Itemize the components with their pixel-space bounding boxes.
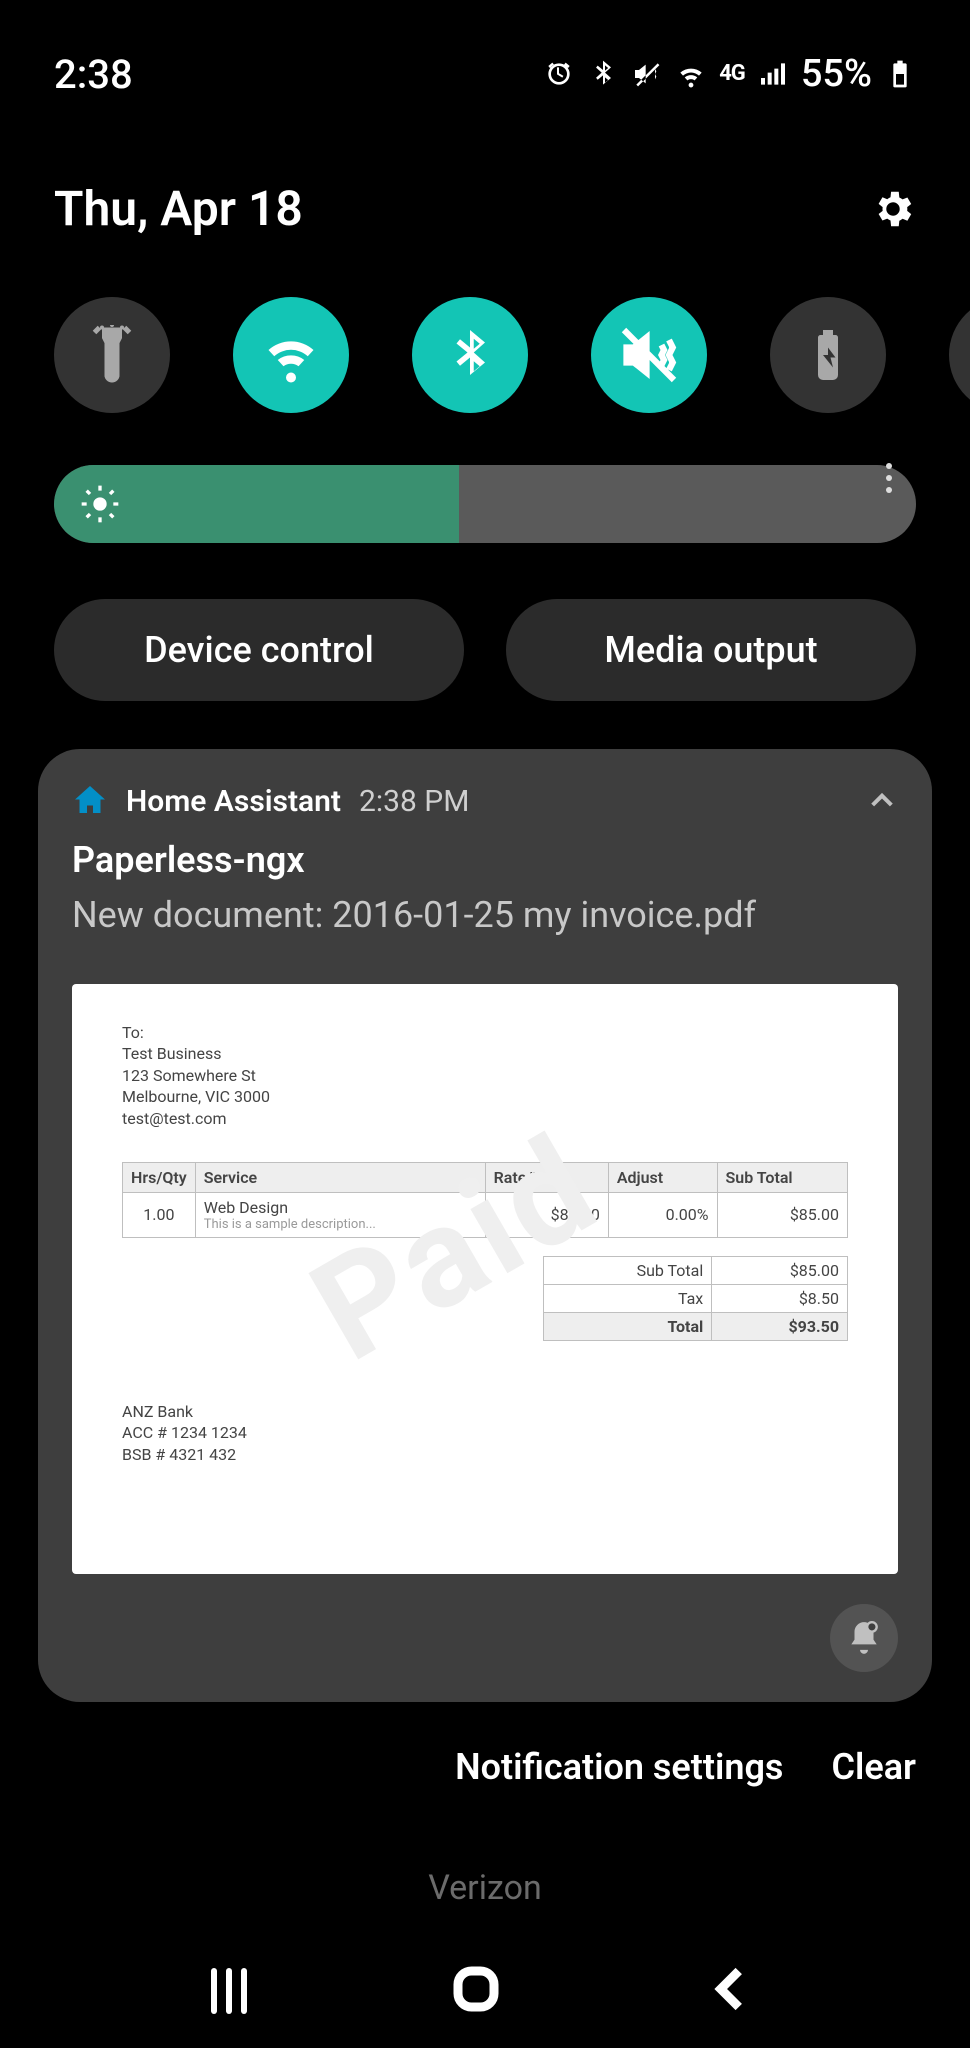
notification-body: New document: 2016-01-25 my invoice.pdf	[72, 891, 898, 940]
date-text: Thu, Apr 18	[54, 180, 303, 237]
quick-toggle-row	[0, 237, 970, 413]
date-row: Thu, Apr 18	[0, 130, 970, 237]
battery-icon	[884, 58, 916, 90]
paid-watermark: Paid	[286, 1104, 625, 1394]
status-clock: 2:38	[54, 51, 133, 98]
brightness-slider[interactable]	[0, 413, 970, 543]
nav-recents-button[interactable]	[211, 1968, 247, 2014]
status-bar: 2:38 4G 55%	[0, 0, 970, 130]
toggle-bluetooth[interactable]	[412, 297, 528, 413]
carrier-label: Verizon	[0, 1868, 970, 1908]
mute-vibrate-icon	[631, 58, 663, 90]
invoice-line-table: Hrs/Qty Service Rate/Price Adjust Sub To…	[122, 1162, 848, 1238]
notification-app: Home Assistant	[126, 784, 341, 819]
wifi-icon	[675, 58, 707, 90]
brightness-more-button[interactable]	[886, 463, 892, 493]
nav-bar	[0, 1962, 970, 2020]
nav-home-button[interactable]	[449, 1962, 503, 2020]
nav-back-button[interactable]	[705, 1962, 759, 2020]
notification-footer-actions: Notification settings Clear	[0, 1702, 970, 1788]
settings-button[interactable]	[870, 186, 916, 232]
invoice-to-block: To: Test Business 123 Somewhere St Melbo…	[122, 1022, 848, 1130]
toggle-power-saving[interactable]	[770, 297, 886, 413]
invoice-bank-block: ANZ Bank ACC # 1234 1234 BSB # 4321 432	[122, 1401, 848, 1466]
signal-icon	[757, 58, 789, 90]
toggle-rotation-lock[interactable]	[949, 297, 970, 413]
notification-card[interactable]: Home Assistant 2:38 PM Paperless-ngx New…	[38, 749, 932, 1702]
collapse-chevron-icon[interactable]	[866, 785, 898, 817]
notification-settings-button[interactable]: Notification settings	[455, 1746, 783, 1788]
notification-header: Home Assistant 2:38 PM	[72, 783, 898, 819]
notification-image-preview: Paid To: Test Business 123 Somewhere St …	[72, 984, 898, 1574]
status-icons: 4G 55%	[543, 52, 916, 96]
device-control-button[interactable]: Device control	[54, 599, 464, 701]
invoice-summary-table: Sub Total$85.00 Tax$8.50 Total$93.50	[543, 1256, 848, 1341]
toggle-wifi[interactable]	[233, 297, 349, 413]
alarm-icon	[543, 58, 575, 90]
toggle-mute[interactable]	[591, 297, 707, 413]
bluetooth-icon	[587, 58, 619, 90]
pill-row: Device control Media output	[0, 543, 970, 701]
notification-title: Paperless-ngx	[72, 839, 898, 881]
battery-percent: 55%	[801, 52, 872, 96]
notification-time: 2:38 PM	[359, 784, 469, 819]
media-output-button[interactable]: Media output	[506, 599, 916, 701]
network-type-icon: 4G	[719, 67, 745, 80]
toggle-flashlight[interactable]	[54, 297, 170, 413]
notification-silence-button[interactable]	[830, 1604, 898, 1672]
home-assistant-icon	[72, 783, 108, 819]
sun-icon	[80, 484, 120, 524]
clear-notifications-button[interactable]: Clear	[831, 1746, 916, 1788]
